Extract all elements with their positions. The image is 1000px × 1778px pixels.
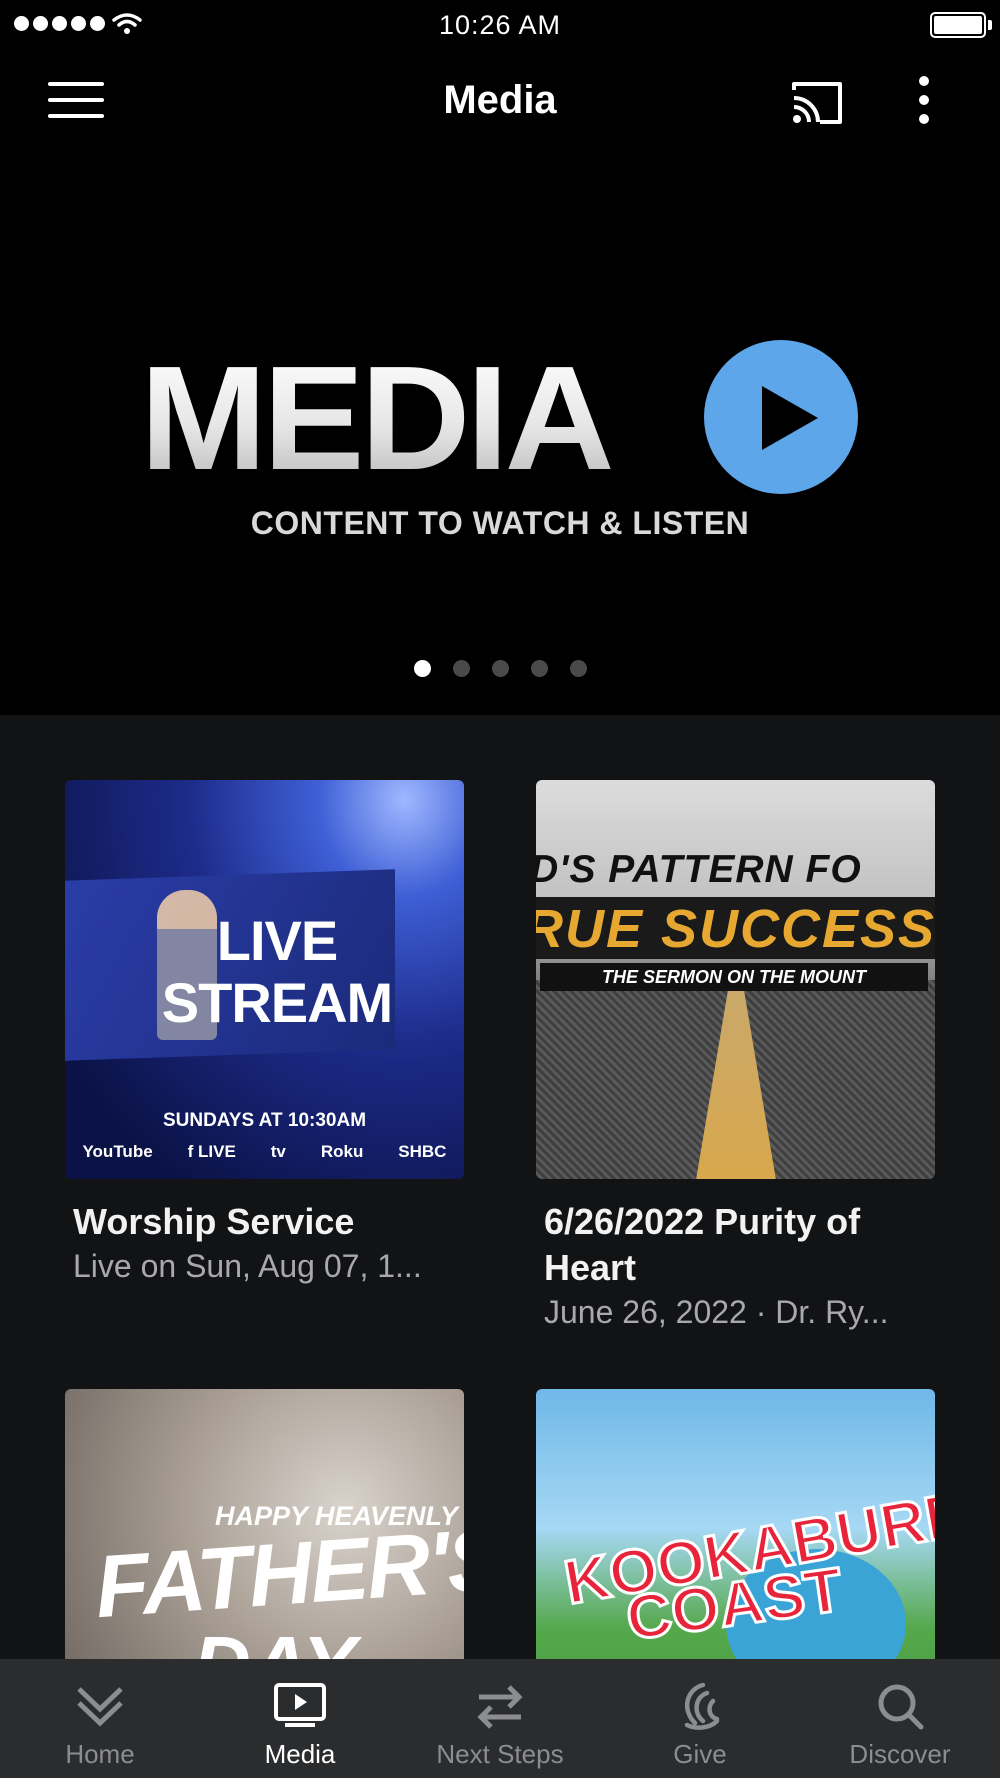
hero-logo-text: MEDIA xyxy=(140,336,615,501)
media-card-subtitle: June 26, 2022 · Dr. Ry... xyxy=(544,1294,889,1330)
media-card-worship-service[interactable]: LIVE STREAM SUNDAYS AT 10:30AM YouTube f … xyxy=(65,780,464,1287)
live-stream-thumbnail: LIVE STREAM SUNDAYS AT 10:30AM YouTube f … xyxy=(65,780,464,1179)
carousel-dot[interactable] xyxy=(491,660,509,677)
tab-discover[interactable]: Discover xyxy=(800,1659,1000,1778)
tab-home[interactable]: Home xyxy=(0,1659,200,1778)
tv-play-icon xyxy=(274,1683,326,1727)
carousel-page-indicator xyxy=(0,660,1000,677)
app-header: Media xyxy=(0,50,1000,155)
sermon-series-thumbnail: D'S PATTERN FO RUE SUCCESS THE SERMON ON… xyxy=(536,780,935,1179)
tab-label: Home xyxy=(65,1739,135,1769)
hamburger-menu-icon[interactable] xyxy=(48,82,104,122)
carousel-dot[interactable] xyxy=(569,660,587,677)
search-icon xyxy=(878,1684,924,1730)
tab-label: Media xyxy=(264,1739,336,1769)
bottom-tab-bar: Home Media Next Steps Give Discover xyxy=(0,1659,1000,1778)
status-bar: 10:26 AM xyxy=(0,0,1000,50)
status-time: 10:26 AM xyxy=(438,10,562,40)
carousel-dot[interactable] xyxy=(452,660,470,677)
media-card-title: 6/26/2022 Purity of Heart xyxy=(544,1201,861,1288)
media-card-title: Worship Service xyxy=(73,1201,355,1242)
hero-tagline: CONTENT TO WATCH & LISTEN xyxy=(250,505,750,541)
page-title: Media xyxy=(443,78,557,122)
tab-next-steps[interactable]: Next Steps xyxy=(400,1659,600,1778)
carousel-dot[interactable] xyxy=(413,660,431,677)
double-chevron-down-icon xyxy=(77,1687,123,1727)
tab-label: Discover xyxy=(849,1739,951,1769)
tab-label: Give xyxy=(673,1739,727,1769)
carousel-dot[interactable] xyxy=(530,660,548,677)
swap-arrows-icon xyxy=(477,1685,523,1729)
tab-give[interactable]: Give xyxy=(600,1659,800,1778)
cast-icon[interactable] xyxy=(788,78,846,128)
media-card-purity-of-heart[interactable]: D'S PATTERN FO RUE SUCCESS THE SERMON ON… xyxy=(536,780,935,1333)
tab-label: Next Steps xyxy=(436,1739,564,1769)
play-icon xyxy=(704,340,858,494)
hero-carousel[interactable]: MEDIA CONTENT TO WATCH & LISTEN xyxy=(0,155,1000,715)
give-swirl-icon xyxy=(684,1682,720,1730)
tab-media[interactable]: Media xyxy=(200,1659,400,1778)
media-card-subtitle: Live on Sun, Aug 07, 1... xyxy=(73,1248,422,1284)
battery-icon xyxy=(930,12,986,38)
more-options-icon[interactable] xyxy=(912,76,936,130)
